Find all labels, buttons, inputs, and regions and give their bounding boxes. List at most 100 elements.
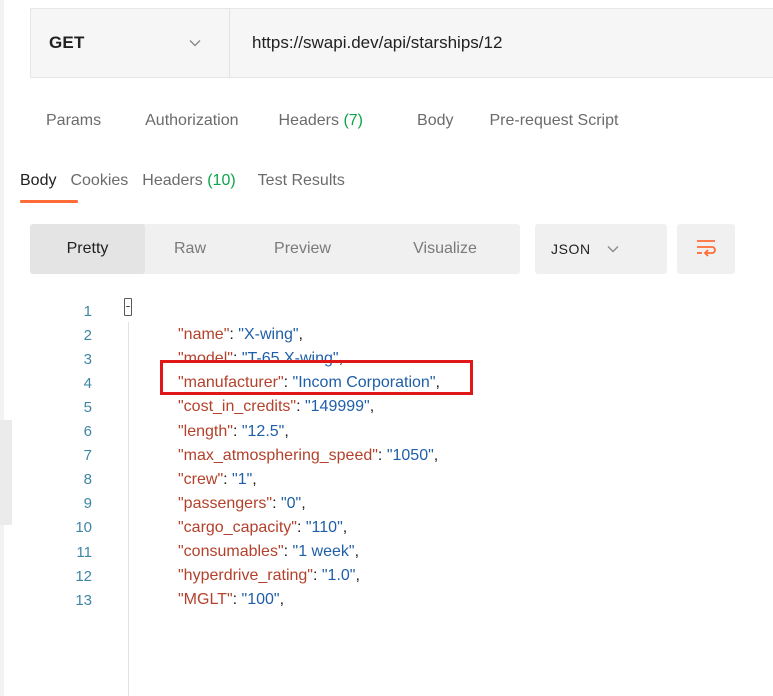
json-comma: , [298, 326, 303, 344]
code-line: 7 "max_atmosphering_speed": "1050", [0, 444, 773, 468]
json-comma: , [284, 422, 289, 440]
json-value: "110" [305, 518, 343, 536]
line-number: 4 [83, 374, 92, 392]
json-colon: : [232, 591, 242, 609]
json-comma: , [279, 591, 285, 609]
tab-label: Pre-request Script [489, 112, 619, 129]
tab-label: Headers [142, 172, 203, 189]
json-key: "name" [178, 326, 230, 344]
code-line: 8 "crew": "1", [0, 468, 773, 492]
json-value: "149999" [304, 398, 370, 416]
json-key: "crew" [178, 470, 224, 488]
code-text: "length": "12.5", [178, 423, 289, 441]
code-text: "cargo_capacity": "110", [178, 519, 347, 537]
line-number: 2 [83, 326, 92, 344]
tab-label: Headers [278, 112, 339, 129]
json-colon: : [272, 494, 281, 512]
json-comma: , [369, 398, 375, 416]
json-key: "passengers" [178, 494, 273, 512]
json-colon: : [232, 422, 242, 440]
tab-response-body[interactable]: Body [20, 172, 56, 190]
line-number: 12 [75, 567, 92, 585]
tab-pre-request-script[interactable]: Pre-request Script [489, 112, 618, 130]
json-colon: : [296, 398, 305, 416]
format-raw-button[interactable]: Raw [145, 224, 235, 274]
tab-params[interactable]: Params [46, 112, 101, 130]
tab-count: (7) [343, 112, 364, 129]
chevron-down-icon [607, 245, 619, 253]
line-number: 7 [83, 447, 92, 465]
tab-label: Test Results [257, 172, 345, 189]
line-number: 11 [76, 543, 92, 561]
tab-response-cookies[interactable]: Cookies [70, 172, 128, 190]
json-key: "MGLT" [178, 591, 233, 609]
http-method-label: GET [49, 33, 85, 52]
code-text: "passengers": "0", [178, 495, 306, 513]
code-line: 9 "passengers": "0", [0, 492, 773, 516]
tab-label: Body [20, 172, 57, 189]
json-value: "1.0" [321, 567, 356, 585]
request-url-input[interactable]: https://swapi.dev/api/starships/12 [230, 9, 773, 77]
line-number: 8 [83, 471, 92, 489]
json-key: "length" [178, 422, 233, 440]
format-visualize-button[interactable]: Visualize [370, 224, 520, 274]
highlight-annotation-box [160, 360, 473, 395]
line-number: 6 [83, 423, 92, 440]
line-number: 5 [83, 398, 92, 416]
http-method-select[interactable]: GET [31, 9, 230, 77]
json-value: "1 week" [292, 543, 355, 560]
code-line: 11 "consumables": "1 week", [0, 540, 773, 564]
code-text: "MGLT": "100", [178, 591, 284, 609]
json-comma: , [354, 543, 360, 560]
wrap-lines-icon [694, 237, 718, 262]
response-tabs: Body Cookies Headers (10) Test Results [20, 172, 345, 190]
format-preview-button[interactable]: Preview [235, 224, 370, 274]
code-text: "crew": "1", [178, 471, 257, 489]
request-tabs: Params Authorization Headers (7) Body Pr… [46, 112, 618, 130]
json-comma: , [252, 470, 257, 488]
line-number: 1 [83, 302, 92, 320]
format-pretty-button[interactable]: Pretty [30, 224, 145, 274]
response-language-select[interactable]: JSON [535, 224, 667, 274]
json-value: "X-wing" [238, 326, 299, 344]
code-text: "consumables": "1 week", [178, 543, 359, 561]
tab-authorization[interactable]: Authorization [145, 112, 238, 130]
tab-headers[interactable]: Headers (7) [279, 112, 364, 130]
json-key: "hyperdrive_rating" [178, 567, 313, 585]
code-text: "cost_in_credits": "149999", [178, 398, 374, 416]
json-colon: : [223, 470, 233, 488]
code-line: 5 "cost_in_credits": "149999", [0, 395, 773, 419]
json-comma: , [355, 567, 360, 585]
postman-window: GET https://swapi.dev/api/starships/12 P… [0, 0, 773, 696]
json-colon: : [296, 518, 306, 536]
json-colon: : [377, 446, 387, 464]
code-text: "hyperdrive_rating": "1.0", [178, 567, 360, 585]
line-number: 10 [75, 519, 92, 537]
active-tab-indicator [20, 200, 78, 203]
response-format-group: Pretty Raw Preview Visualize [30, 224, 520, 274]
tab-response-headers[interactable]: Headers (10) [142, 172, 235, 190]
json-value: "1050" [386, 446, 434, 464]
json-key: "cost_in_credits" [178, 398, 297, 416]
tab-body[interactable]: Body [417, 112, 453, 130]
json-colon: : [229, 326, 239, 344]
json-value: "12.5" [241, 422, 285, 440]
language-label: JSON [551, 241, 591, 257]
code-line: 6 "length": "12.5", [0, 420, 773, 444]
line-number: 13 [75, 591, 92, 609]
code-line: 12 "hyperdrive_rating": "1.0", [0, 564, 773, 588]
wrap-lines-button[interactable] [677, 224, 735, 274]
json-comma: , [433, 446, 439, 464]
request-url-bar: GET https://swapi.dev/api/starships/12 [30, 8, 773, 78]
tab-label: Body [417, 112, 454, 129]
line-number: 9 [83, 495, 92, 513]
chevron-down-icon [189, 39, 201, 47]
json-value: "1" [232, 470, 253, 488]
json-comma: , [301, 494, 306, 512]
json-colon: : [312, 567, 322, 585]
tab-response-test-results[interactable]: Test Results [258, 172, 345, 190]
json-value: "0" [280, 494, 302, 512]
code-text: "max_atmosphering_speed": "1050", [178, 447, 438, 465]
tab-count: (10) [207, 172, 236, 189]
code-line: 2 "name": "X-wing", [0, 323, 773, 347]
